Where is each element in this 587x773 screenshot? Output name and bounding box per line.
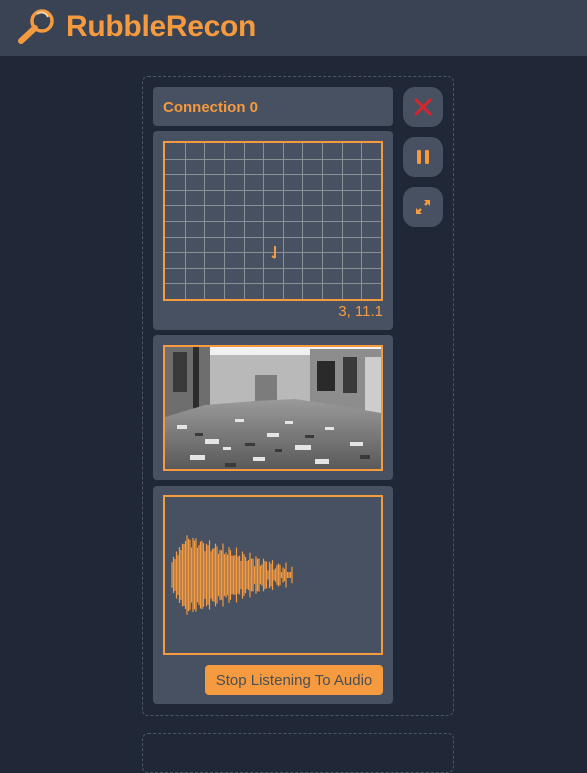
audio-panel: Stop Listening To Audio [153, 486, 393, 704]
app-header: RubbleRecon [0, 0, 587, 56]
camera-feed [163, 345, 383, 471]
pause-button[interactable] [403, 137, 443, 177]
magnifier-icon [18, 9, 54, 44]
connection-card-next [142, 733, 454, 773]
map-panel: 3, 11.1 [153, 131, 393, 330]
coordinate-readout: 3, 11.1 [338, 303, 383, 320]
audio-waveform-box [163, 495, 383, 655]
pause-icon [417, 150, 429, 164]
close-connection-button[interactable] [403, 87, 443, 127]
position-map[interactable] [163, 141, 383, 301]
expand-icon [416, 200, 430, 214]
camera-panel [153, 335, 393, 480]
stop-audio-button[interactable]: Stop Listening To Audio [205, 665, 383, 695]
camera-image [165, 347, 381, 469]
connection-header: Connection 0 [153, 87, 393, 126]
map-grid [165, 143, 381, 299]
close-icon [414, 98, 432, 116]
audio-waveform [171, 535, 293, 615]
expand-button[interactable] [403, 187, 443, 227]
app-title: RubbleRecon [66, 10, 257, 43]
connection-title: Connection 0 [163, 99, 259, 116]
